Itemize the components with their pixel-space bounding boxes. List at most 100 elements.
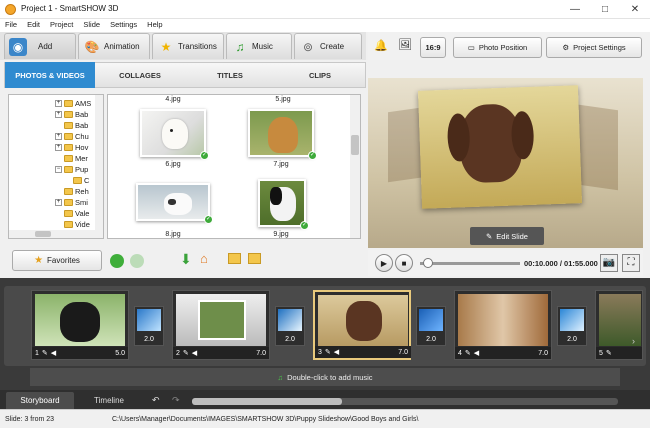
photo-position-button[interactable]: ▭ Photo Position — [453, 37, 542, 58]
close-icon[interactable]: ✕ — [620, 0, 650, 19]
bell-icon[interactable]: 🔔 — [374, 39, 388, 52]
status-bar: Slide: 3 from 23 C:\Users\Manager\Docume… — [0, 409, 650, 428]
tree-item[interactable]: − Pup — [55, 165, 88, 174]
speaker-icon[interactable]: ◀ — [474, 349, 479, 357]
tab-clips[interactable]: CLIPS — [275, 62, 365, 88]
home-icon[interactable]: ⌂ — [200, 252, 208, 266]
tab-animation[interactable]: 🎨 Animation — [78, 33, 150, 59]
checkmark-icon: ✓ — [300, 221, 309, 230]
tab-collages[interactable]: COLLAGES — [95, 62, 185, 88]
frame-icon: ▭ — [467, 43, 475, 52]
checkmark-icon: ✓ — [308, 151, 317, 160]
storyboard-scrollbar[interactable] — [192, 398, 618, 405]
transition-thumbnail[interactable]: 2.0 — [134, 306, 164, 346]
slide-preview — [368, 78, 643, 248]
menu-help[interactable]: Help — [142, 19, 167, 30]
add-folder-icon[interactable] — [228, 253, 241, 264]
photo-thumbnail[interactable] — [136, 183, 210, 221]
transition-thumbnail[interactable]: 2.0 — [275, 306, 305, 346]
photo-thumbnail[interactable] — [248, 109, 314, 157]
files-scrollbar[interactable] — [350, 95, 360, 238]
speaker-icon[interactable]: ◀ — [51, 349, 56, 357]
pencil-icon[interactable]: ✎ — [465, 349, 471, 357]
maximize-icon[interactable]: □ — [590, 0, 620, 19]
tree-h-scrollbar[interactable] — [9, 230, 95, 238]
photo-thumbnail[interactable] — [140, 109, 206, 157]
menu-edit[interactable]: Edit — [22, 19, 45, 30]
menu-settings[interactable]: Settings — [105, 19, 142, 30]
tab-add[interactable]: ◉ Add — [4, 33, 76, 59]
menu-slide[interactable]: Slide — [78, 19, 105, 30]
pencil-icon[interactable]: ✎ — [42, 349, 48, 357]
stop-icon: ■ — [401, 258, 407, 268]
tree-item[interactable]: + Chu — [55, 132, 89, 141]
camera-icon: ◉ — [9, 37, 27, 56]
undo-icon[interactable]: ↶ — [152, 395, 160, 406]
tree-item[interactable]: Vide — [64, 220, 90, 229]
scroll-right-icon[interactable]: › — [632, 336, 635, 346]
folder-star-icon: ★ — [34, 255, 44, 266]
dog-photo — [417, 85, 583, 209]
forward-arrow-icon[interactable] — [130, 254, 144, 268]
tree-item[interactable]: + Hov — [55, 143, 88, 152]
speaker-icon[interactable]: ◀ — [192, 349, 197, 357]
favorites-button[interactable]: ★ Favorites — [12, 250, 102, 271]
window-title: Project 1 - SmartSHOW 3D — [21, 4, 119, 13]
slide-counter: Slide: 3 from 23 — [5, 415, 55, 423]
music-note-icon: ♫ — [235, 39, 245, 54]
pencil-icon[interactable]: ✎ — [183, 349, 189, 357]
transition-thumbnail[interactable]: 2.0 — [416, 306, 446, 346]
tab-titles[interactable]: TITLES — [185, 62, 275, 88]
tab-create[interactable]: ⊚ Create — [294, 33, 362, 59]
transition-thumbnail[interactable]: 2.0 — [557, 306, 587, 346]
file-name: 5.jpg — [275, 96, 291, 103]
add-all-folder-icon[interactable] — [248, 253, 261, 264]
play-button[interactable]: ▶ — [375, 254, 393, 272]
tree-item[interactable]: + Smi — [55, 198, 88, 207]
folder-icon — [64, 188, 73, 195]
stop-button[interactable]: ■ — [395, 254, 413, 272]
tab-photos-videos[interactable]: PHOTOS & VIDEOS — [5, 62, 95, 88]
add-down-arrow-icon[interactable]: ⬇ — [180, 252, 192, 266]
tree-item[interactable]: + Bab — [55, 110, 88, 119]
speaker-icon[interactable]: ◀ — [334, 348, 339, 356]
aspect-ratio-button[interactable]: 16:9 — [420, 37, 446, 58]
project-settings-button[interactable]: ⚙ Project Settings — [546, 37, 642, 58]
music-track[interactable]: ♫ Double-click to add music — [30, 368, 620, 386]
seek-slider[interactable] — [420, 262, 520, 265]
file-name: 7.jpg — [273, 161, 289, 168]
menu-file[interactable]: File — [0, 19, 22, 30]
tab-transitions[interactable]: ★ Transitions — [152, 33, 224, 59]
back-arrow-icon[interactable] — [110, 254, 124, 268]
tree-item[interactable]: Bab — [64, 121, 88, 130]
redo-icon[interactable]: ↷ — [172, 395, 180, 406]
snapshot-icon[interactable]: 📷 — [600, 254, 618, 272]
tree-item[interactable]: Reh — [64, 187, 89, 196]
folder-icon — [64, 144, 73, 151]
seek-handle[interactable] — [423, 258, 433, 268]
tree-item[interactable]: + AMS — [55, 99, 91, 108]
slide-thumbnail[interactable]: 5 ✎ — [595, 290, 643, 360]
pencil-icon: ✎ — [486, 231, 493, 241]
edit-slide-button[interactable]: ✎ Edit Slide — [470, 227, 544, 245]
slide-thumbnail[interactable]: 4 ✎ ◀ 7.0 — [454, 290, 552, 360]
tab-music[interactable]: ♫ Music — [226, 33, 292, 59]
tree-item[interactable]: Vale — [64, 209, 89, 218]
tree-scrollbar[interactable] — [95, 95, 103, 238]
project-path: C:\Users\Manager\Documents\IMAGES\SMARTS… — [112, 415, 419, 423]
photo-settings-icon[interactable]: 🖼 — [398, 38, 412, 51]
pencil-icon[interactable]: ✎ — [325, 348, 331, 356]
photo-thumbnail[interactable] — [258, 179, 306, 227]
pencil-icon[interactable]: ✎ — [606, 349, 612, 357]
menu-project[interactable]: Project — [45, 19, 78, 30]
slide-thumbnail[interactable]: 1 ✎ ◀ 5.0 — [31, 290, 129, 360]
fullscreen-icon[interactable]: ⛶ — [622, 254, 640, 272]
minimize-icon[interactable]: — — [560, 0, 590, 19]
tree-item[interactable]: Mer — [64, 154, 88, 163]
tab-timeline[interactable]: Timeline — [76, 392, 142, 409]
tab-storyboard[interactable]: Storyboard — [6, 392, 74, 409]
time-display: 00:10.000 / 01:55.000 — [524, 259, 598, 268]
slide-thumbnail-selected[interactable]: 3 ✎ ◀ 7.0 — [313, 290, 411, 360]
tree-item[interactable]: C — [73, 176, 89, 185]
slide-thumbnail[interactable]: 2 ✎ ◀ 7.0 — [172, 290, 270, 360]
